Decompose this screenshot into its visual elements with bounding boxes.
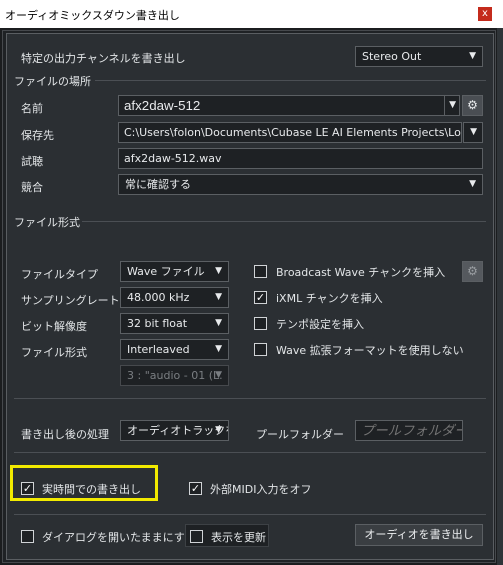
title-bar: オーディオミックスダウン書き出し x <box>0 0 503 28</box>
pool-folder-input[interactable] <box>355 420 463 441</box>
section-divider <box>14 452 486 453</box>
path-dropdown[interactable]: ▼ <box>463 122 483 143</box>
conflict-label: 競合 <box>21 181 43 194</box>
chevron-down-icon: ▼ <box>470 127 477 137</box>
background-strip <box>497 28 503 565</box>
sample-rate-dropdown[interactable]: 48.000 kHz ▼ <box>120 287 229 308</box>
chevron-down-icon: ▼ <box>215 318 222 328</box>
sample-rate-label: サンプリングレート <box>21 294 120 307</box>
preview-field: afx2daw-512.wav <box>118 148 483 169</box>
path-label: 保存先 <box>21 129 54 142</box>
gear-icon: ⚙ <box>467 264 478 278</box>
section-divider <box>82 221 486 222</box>
post-process-value: オーディオトラックを. <box>127 424 229 437</box>
ixml-checkbox[interactable]: ✓ <box>254 291 267 304</box>
realtime-export-label: 実時間での書き出し <box>42 483 141 496</box>
chevron-down-icon: ▼ <box>449 100 456 110</box>
section-divider <box>14 514 486 515</box>
close-button[interactable]: x <box>478 7 492 21</box>
tempo-checkbox[interactable] <box>254 317 267 330</box>
broadcast-wave-label: Broadcast Wave チャンクを挿入 <box>276 266 446 279</box>
section-file-format: ファイル形式 <box>14 216 80 229</box>
close-icon: x <box>482 8 488 19</box>
chevron-down-icon: ▼ <box>215 425 222 435</box>
channel-select-value: 3 : "audio - 01 (L. <box>127 369 223 382</box>
file-format-value: Interleaved <box>127 343 190 356</box>
broadcast-settings-button[interactable]: ⚙ <box>462 261 483 282</box>
file-type-dropdown[interactable]: Wave ファイル ▼ <box>120 261 229 282</box>
update-display-checkbox[interactable] <box>190 530 203 543</box>
keep-open-checkbox[interactable] <box>21 530 34 543</box>
wave-ext-checkbox[interactable] <box>254 343 267 356</box>
name-field[interactable] <box>118 95 445 116</box>
conflict-dropdown[interactable]: 常に確認する ▼ <box>118 174 483 195</box>
update-display-label: 表示を更新 <box>211 531 266 544</box>
channel-dropdown[interactable]: Stereo Out ▼ <box>355 46 483 67</box>
bit-depth-dropdown[interactable]: 32 bit float ▼ <box>120 313 229 334</box>
chevron-down-icon: ▼ <box>215 266 222 276</box>
file-format-dropdown[interactable]: Interleaved ▼ <box>120 339 229 360</box>
section-divider <box>95 80 486 81</box>
midi-off-label: 外部MIDI入力をオフ <box>210 483 312 496</box>
file-type-label: ファイルタイプ <box>21 268 98 281</box>
name-label: 名前 <box>21 102 43 115</box>
section-file-location: ファイルの場所 <box>14 75 91 88</box>
post-process-label: 書き出し後の処理 <box>21 428 109 441</box>
sample-rate-value: 48.000 kHz <box>127 291 190 304</box>
channel-select-dropdown: 3 : "audio - 01 (L. ▼ <box>120 365 229 386</box>
preview-label: 試聴 <box>21 155 43 168</box>
section-divider <box>14 398 486 399</box>
chevron-down-icon: ▼ <box>215 344 222 354</box>
pool-folder-label: プールフォルダー <box>256 428 344 441</box>
realtime-export-checkbox[interactable]: ✓ <box>21 482 34 495</box>
bit-depth-value: 32 bit float <box>127 317 188 330</box>
chevron-down-icon: ▼ <box>469 51 476 61</box>
midi-off-checkbox[interactable]: ✓ <box>189 482 202 495</box>
ixml-label: iXML チャンクを挿入 <box>276 292 383 305</box>
path-value: C:\Users\folon\Documents\Cubase LE AI El… <box>124 126 462 139</box>
channel-value: Stereo Out <box>362 50 422 63</box>
tempo-label: テンポ設定を挿入 <box>276 318 364 331</box>
gear-icon: ⚙ <box>467 98 478 112</box>
name-settings-button[interactable]: ⚙ <box>462 95 483 116</box>
chevron-down-icon: ▼ <box>469 179 476 189</box>
path-field[interactable]: C:\Users\folon\Documents\Cubase LE AI El… <box>118 122 462 143</box>
bit-depth-label: ビット解像度 <box>21 320 87 333</box>
channel-label: 特定の出力チャンネルを書き出し <box>21 52 186 65</box>
keep-open-label: ダイアログを開いたままにする <box>42 531 196 544</box>
file-type-value: Wave ファイル <box>127 265 205 278</box>
chevron-down-icon: ▼ <box>215 370 222 380</box>
window-title: オーディオミックスダウン書き出し <box>5 9 180 22</box>
post-process-dropdown[interactable]: オーディオトラックを. ▼ <box>120 420 229 441</box>
export-audio-button[interactable]: オーディオを書き出し <box>355 524 483 546</box>
name-history-dropdown[interactable]: ▼ <box>444 95 460 116</box>
conflict-value: 常に確認する <box>125 178 191 191</box>
file-format-label: ファイル形式 <box>21 346 87 359</box>
broadcast-wave-checkbox[interactable] <box>254 265 267 278</box>
wave-ext-label: Wave 拡張フォーマットを使用しない <box>276 344 464 357</box>
chevron-down-icon: ▼ <box>215 292 222 302</box>
preview-value: afx2daw-512.wav <box>124 152 222 165</box>
